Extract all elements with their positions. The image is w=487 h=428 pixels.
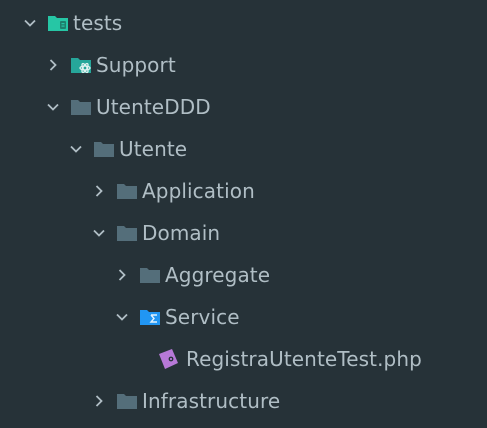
chevron-down-icon[interactable]: [69, 142, 83, 156]
php-file-icon: [156, 349, 180, 369]
tree-item-label: UtenteDDD: [96, 95, 211, 119]
tree-item-utenteddd[interactable]: UtenteDDD: [0, 86, 487, 128]
tree-item-application[interactable]: Application: [0, 170, 487, 212]
tree-item-label: Application: [142, 179, 255, 203]
tree-item-aggregate[interactable]: Aggregate: [0, 254, 487, 296]
tree-item-service[interactable]: Service: [0, 296, 487, 338]
tree-item-label: RegistraUtenteTest.php: [186, 347, 422, 371]
folder-icon: [116, 391, 138, 411]
tree-item-utente[interactable]: Utente: [0, 128, 487, 170]
chevron-right-icon[interactable]: [92, 394, 106, 408]
support-folder-icon: [70, 55, 92, 75]
tree-item-label: Domain: [142, 221, 221, 245]
service-folder-icon: [139, 307, 161, 327]
folder-icon: [70, 97, 92, 117]
folder-icon: [139, 265, 161, 285]
chevron-right-icon[interactable]: [92, 184, 106, 198]
chevron-down-icon[interactable]: [92, 226, 106, 240]
chevron-down-icon[interactable]: [23, 16, 37, 30]
project-tree: tests Support UtenteDDD Utente Applicati…: [0, 0, 487, 428]
folder-icon: [116, 181, 138, 201]
tree-item-label: Service: [165, 305, 240, 329]
tree-item-label: Support: [96, 53, 176, 77]
chevron-down-icon[interactable]: [115, 310, 129, 324]
folder-icon: [116, 223, 138, 243]
tree-item-label: Aggregate: [165, 263, 271, 287]
tree-item-label: Utente: [119, 137, 188, 161]
chevron-down-icon[interactable]: [46, 100, 60, 114]
tree-item-label: Infrastructure: [142, 389, 281, 413]
tree-item-label: tests: [73, 11, 123, 35]
tree-item-support[interactable]: Support: [0, 44, 487, 86]
tree-item-registrautentetest-php[interactable]: RegistraUtenteTest.php: [0, 338, 487, 380]
folder-icon: [93, 139, 115, 159]
chevron-right-icon[interactable]: [115, 268, 129, 282]
tree-item-domain[interactable]: Domain: [0, 212, 487, 254]
chevron-right-icon[interactable]: [46, 58, 60, 72]
tree-item-infrastructure[interactable]: Infrastructure: [0, 380, 487, 422]
test-folder-icon: [47, 13, 69, 33]
tree-item-tests[interactable]: tests: [0, 2, 487, 44]
